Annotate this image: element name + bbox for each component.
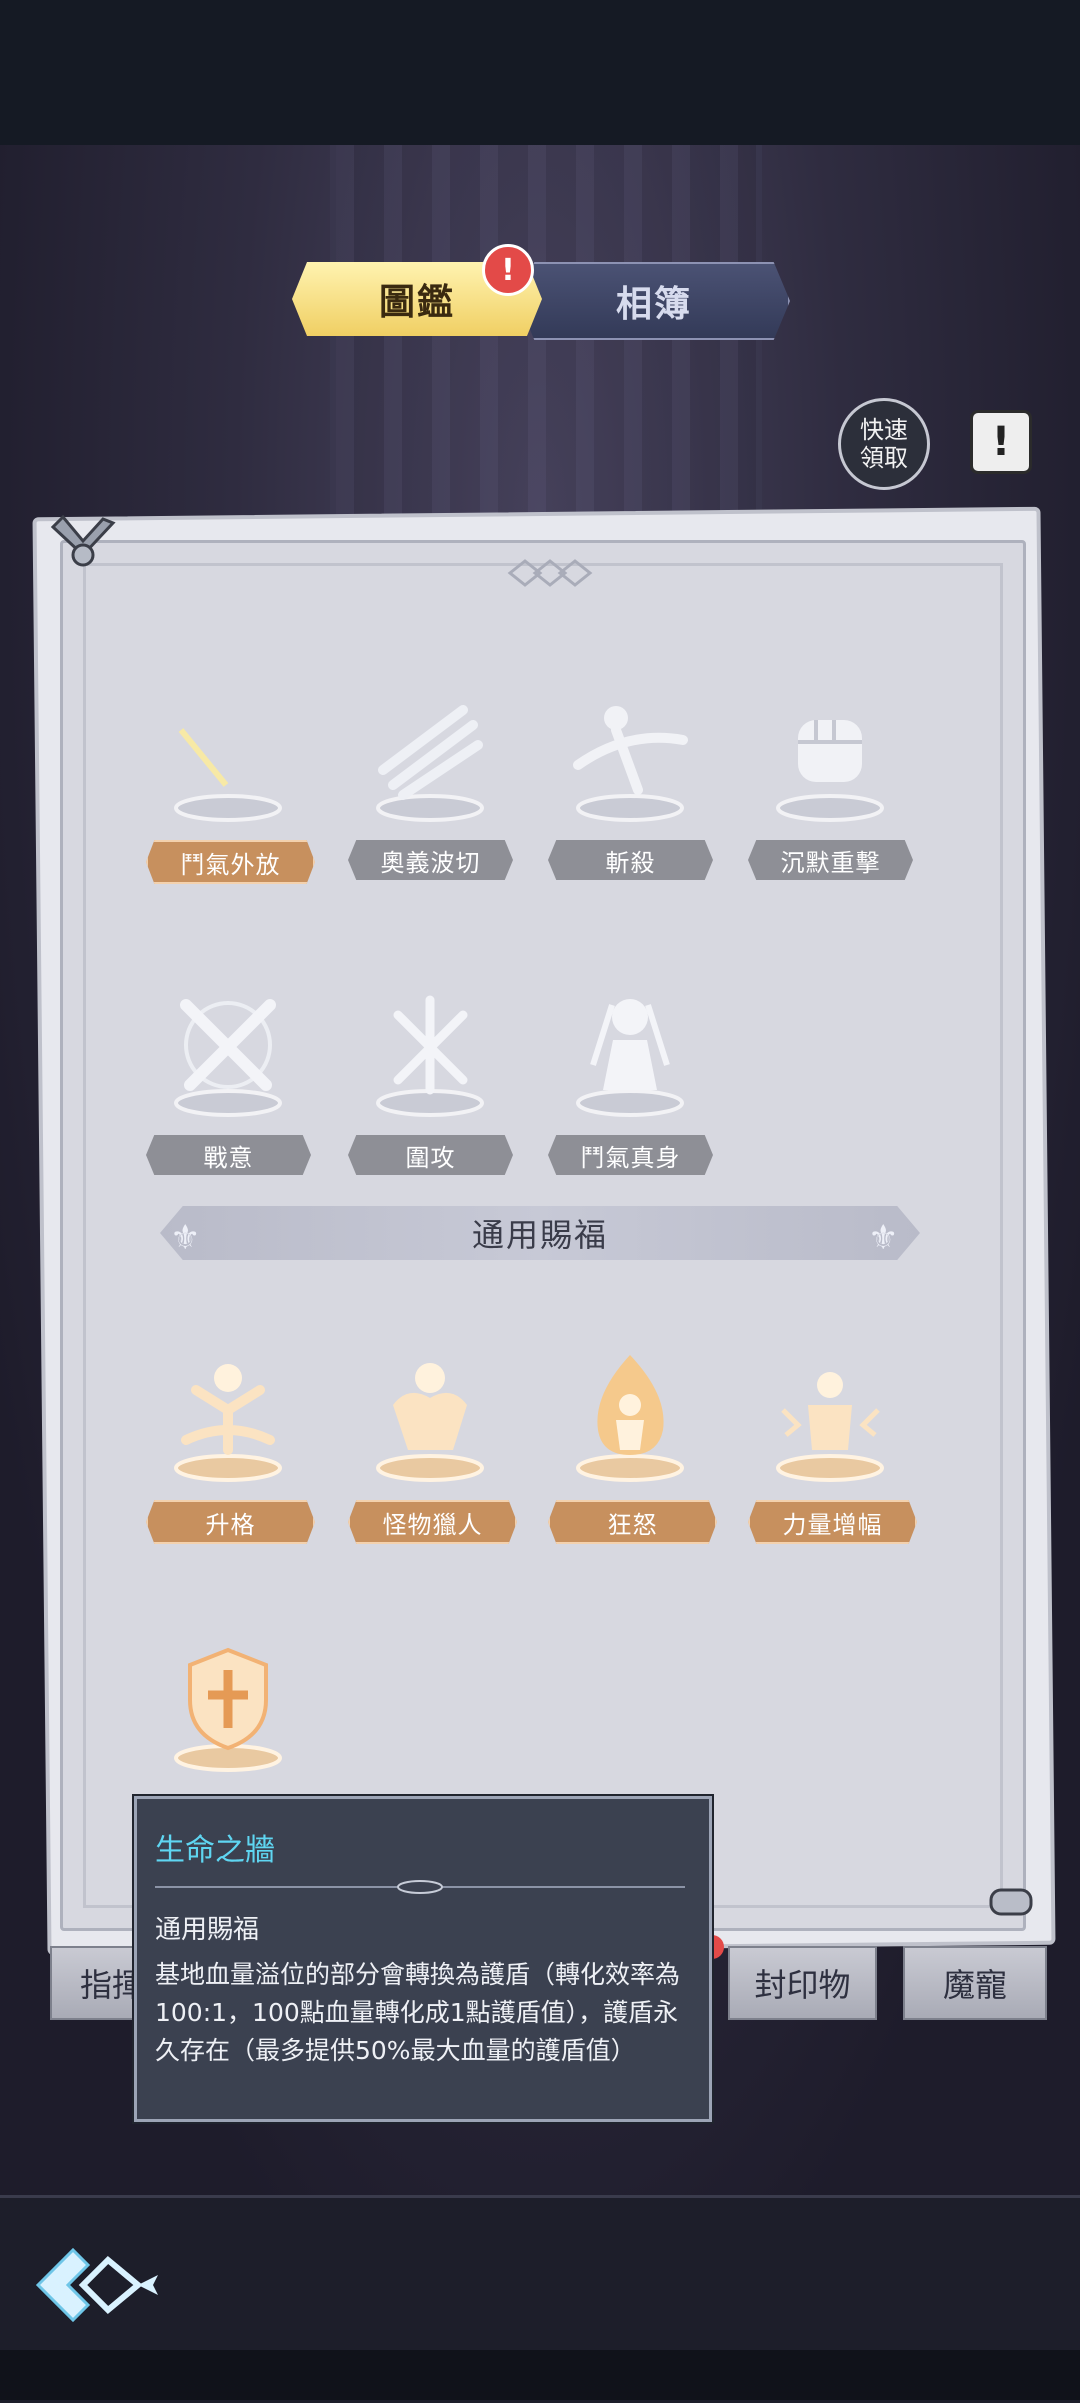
nav-strip — [0, 2350, 1080, 2400]
tooltip-description: 基地血量溢位的部分會轉換為護盾（轉化效率為100:1，100點血量轉化成1點護盾… — [155, 1960, 681, 2065]
crossed-swords-icon — [174, 999, 282, 1117]
shield-cross-icon — [174, 1647, 282, 1772]
skill-card[interactable]: 鬥氣外放 — [146, 690, 315, 890]
skill-label: 斬殺 — [548, 840, 713, 880]
book-clip-icon — [989, 1888, 1033, 1916]
section-title-banner: 通用賜福 — [160, 1206, 920, 1260]
quick-claim-button[interactable]: 快速 領取 — [838, 398, 930, 490]
fleur-ornament-icon: ⚜ — [868, 1218, 899, 1258]
skill-label: 沉默重擊 — [748, 840, 913, 880]
blessing-label: 狂怒 — [548, 1500, 717, 1544]
skill-tooltip: 生命之牆 通用賜福 基地血量溢位的部分會轉換為護盾（轉化效率為100:1，100… — [134, 1796, 712, 2122]
fleur-ornament-icon: ⚜ — [170, 1218, 201, 1258]
skill-label: 鬥氣真身 — [548, 1135, 713, 1175]
page-divider-ornament — [507, 559, 593, 587]
rage-flame-icon — [576, 1355, 684, 1482]
skill-card[interactable]: 沉默重擊 — [748, 690, 913, 890]
blessing-card[interactable]: 力量增幅 — [748, 1350, 917, 1550]
monster-hunter-icon — [376, 1363, 484, 1482]
quick-claim-line1: 快速 — [860, 416, 908, 444]
blade-wave-icon — [376, 705, 484, 822]
tab-album[interactable]: 相簿 — [518, 262, 790, 340]
tooltip-title: 生命之牆 — [155, 1833, 275, 1868]
blessing-card[interactable]: 狂怒 — [548, 1350, 717, 1550]
skill-card[interactable]: 圍攻 — [348, 985, 513, 1185]
blessing-label: 力量增幅 — [748, 1500, 917, 1544]
execute-icon — [573, 706, 688, 822]
crescent-slash-icon — [174, 700, 282, 822]
fist-icon — [776, 720, 884, 822]
warrior-avatar-icon — [576, 999, 684, 1117]
ascend-icon — [174, 1364, 282, 1482]
notification-badge: ! — [482, 244, 534, 296]
skill-card[interactable]: 奧義波切 — [348, 690, 513, 890]
siege-swords-icon — [376, 995, 484, 1117]
tab-seal[interactable]: 封印物 — [728, 1946, 877, 2020]
info-button[interactable]: ! — [970, 410, 1032, 474]
tab-pet[interactable]: 魔寵 — [903, 1946, 1047, 2020]
game-logo-icon[interactable] — [28, 2240, 168, 2330]
tab-bar: 圖鑑 相簿 ! — [292, 244, 792, 340]
tooltip-divider — [155, 1880, 685, 1894]
tooltip-category: 通用賜福 — [155, 1915, 260, 1945]
skill-label: 鬥氣外放 — [146, 840, 315, 884]
skill-card[interactable]: 斬殺 — [548, 690, 713, 890]
skill-label: 戰意 — [146, 1135, 311, 1175]
quick-claim-line2: 領取 — [860, 444, 908, 472]
blessing-card[interactable]: 升格 — [146, 1350, 315, 1550]
status-bar — [0, 0, 1080, 145]
skill-card[interactable]: 戰意 — [146, 985, 311, 1185]
skill-label: 奧義波切 — [348, 840, 513, 880]
skill-card[interactable]: 鬥氣真身 — [548, 985, 713, 1185]
blessing-label: 升格 — [146, 1500, 315, 1544]
skill-label: 圍攻 — [348, 1135, 513, 1175]
power-boost-icon — [776, 1372, 884, 1482]
blessing-card[interactable]: 怪物獵人 — [348, 1350, 517, 1550]
book-clip-icon — [50, 515, 116, 567]
blessing-label: 怪物獵人 — [348, 1500, 517, 1544]
